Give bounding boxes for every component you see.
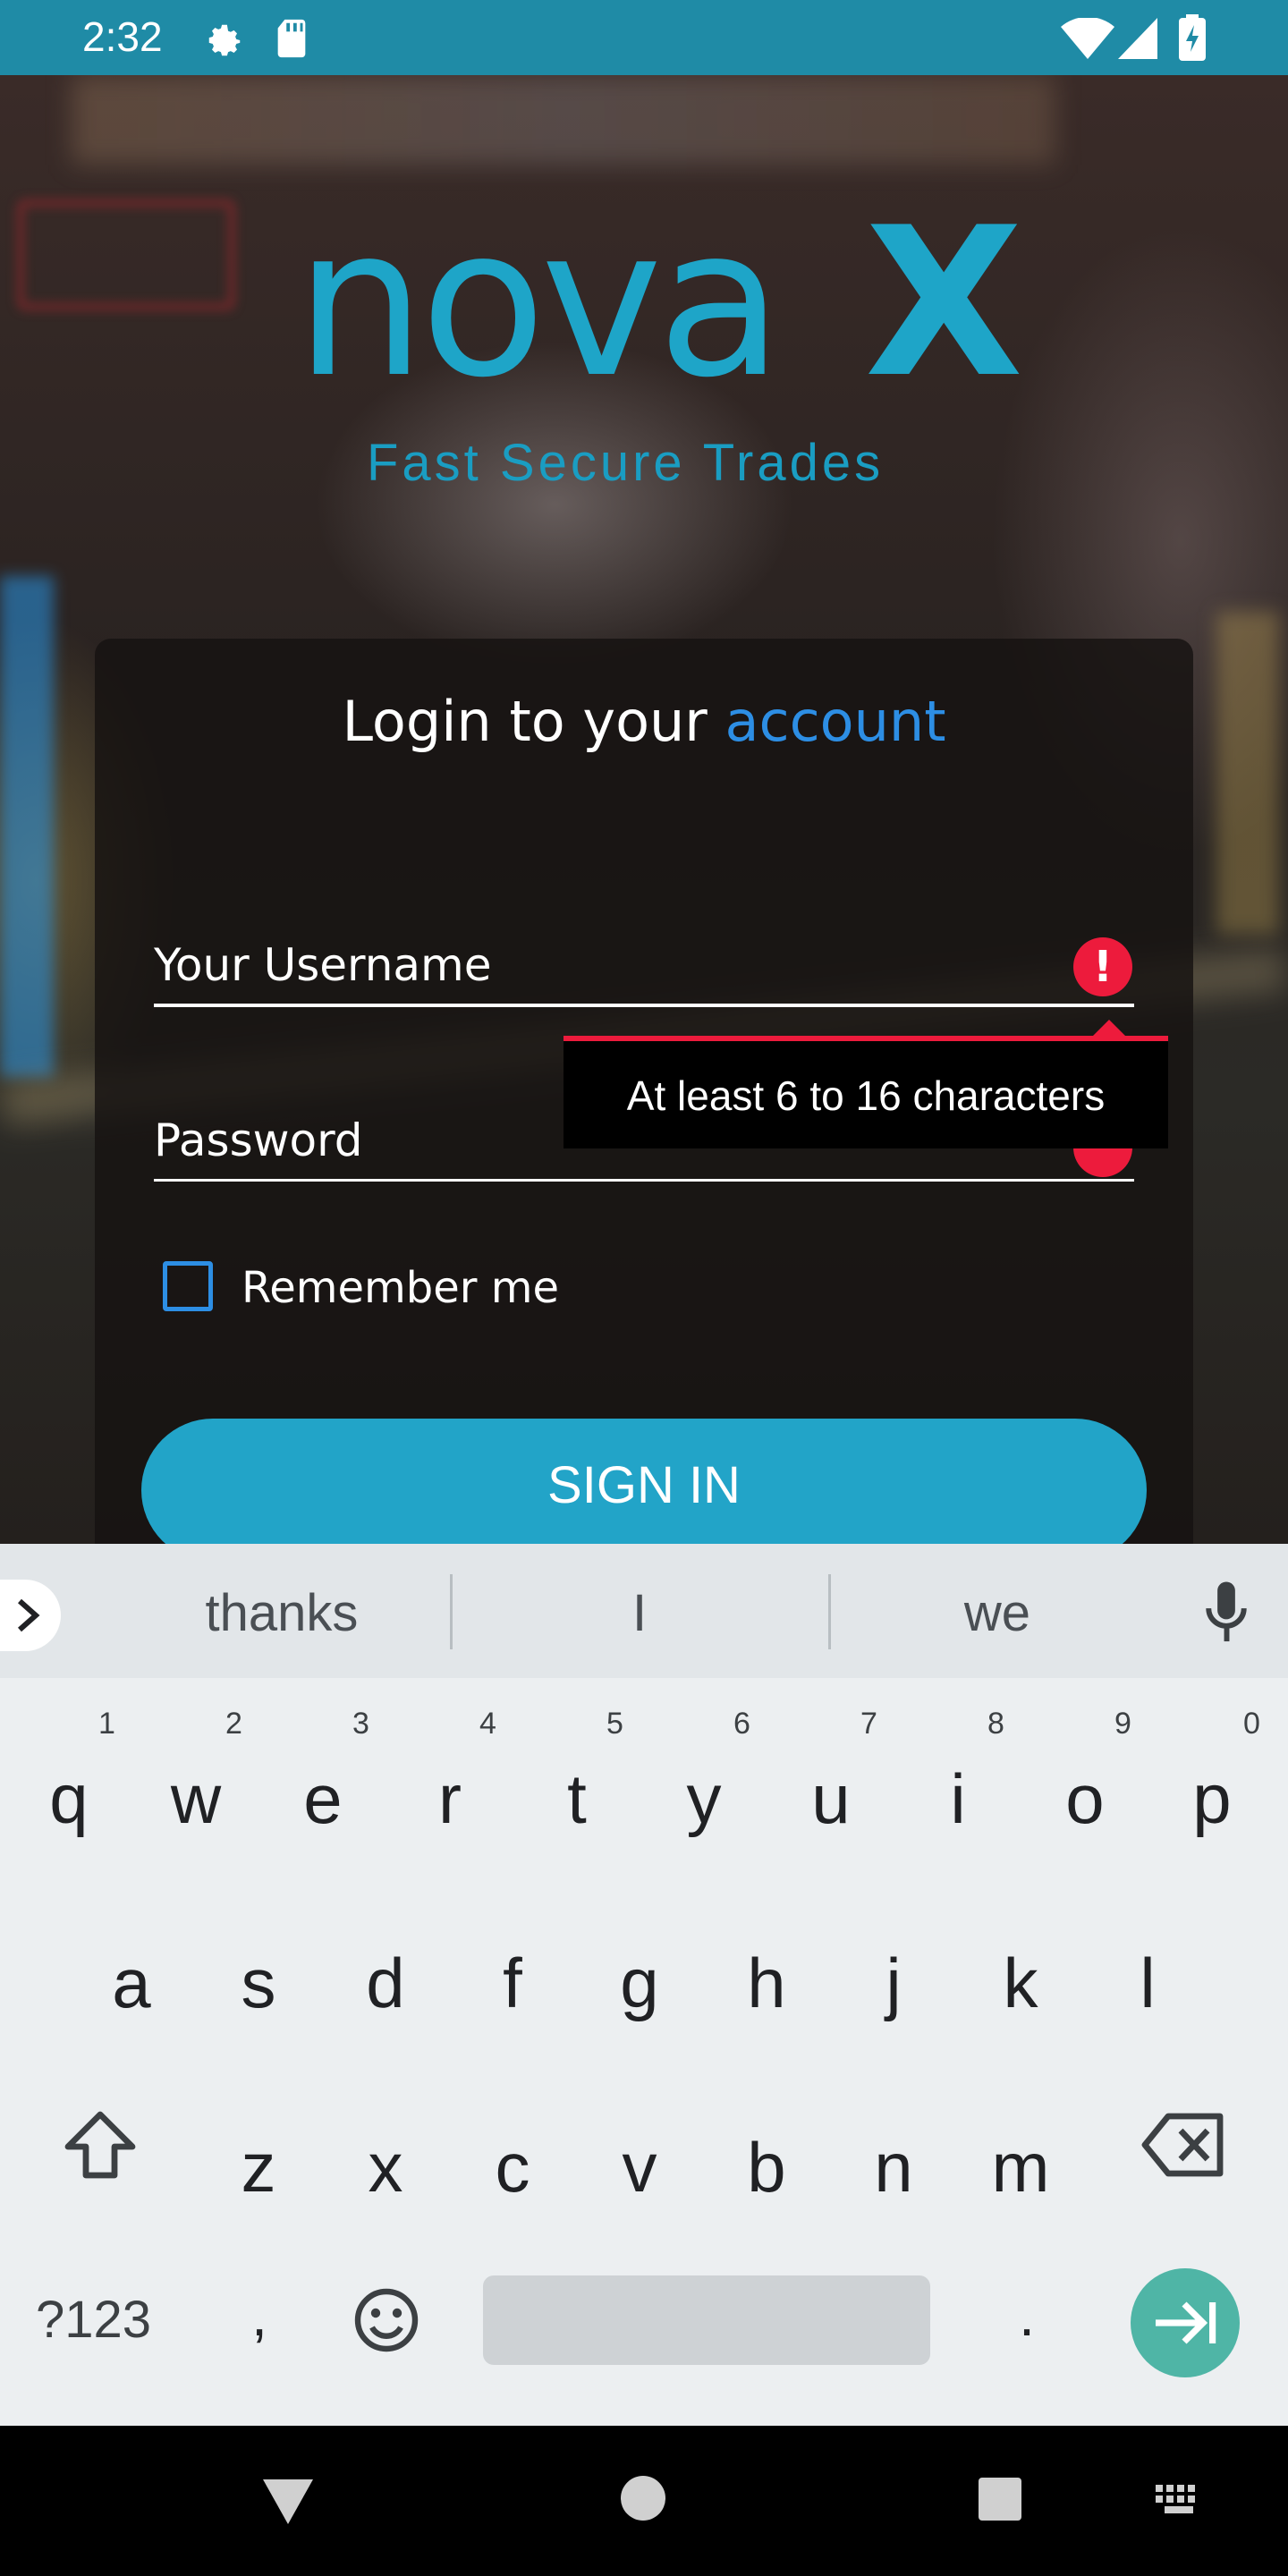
suggestion-3[interactable]: we: [841, 1583, 1154, 1643]
microphone-icon[interactable]: [1204, 1580, 1249, 1646]
suggestion-strip: thanks I we: [0, 1544, 1288, 1678]
soft-keyboard: thanks I we q w e r t y u i o p 1 2 3 4 …: [0, 1544, 1288, 2426]
key-g[interactable]: g: [595, 1943, 684, 2024]
symbols-key[interactable]: ?123: [36, 2290, 151, 2350]
shift-key[interactable]: [61, 2107, 140, 2182]
navigation-bar: [0, 2426, 1288, 2576]
key-v[interactable]: v: [595, 2127, 684, 2208]
space-bar[interactable]: [483, 2275, 930, 2365]
chevron-right-icon: [18, 1598, 40, 1632]
username-field[interactable]: Your Username: [154, 939, 492, 991]
key-c[interactable]: c: [468, 2127, 557, 2208]
key-q-hint: 1: [98, 1707, 115, 1741]
key-i[interactable]: i: [913, 1758, 1003, 1840]
brand-name: nova: [295, 184, 784, 423]
key-o-hint: 9: [1114, 1707, 1131, 1741]
status-time: 2:32: [82, 13, 163, 60]
sign-in-button[interactable]: SIGN IN: [141, 1419, 1147, 1562]
password-field[interactable]: Password: [154, 1114, 363, 1166]
key-q[interactable]: q: [24, 1758, 114, 1840]
key-j[interactable]: j: [849, 1943, 938, 2024]
key-t-hint: 5: [606, 1707, 623, 1741]
error-tooltip: At least 6 to 16 characters: [564, 1036, 1168, 1148]
key-w-hint: 2: [225, 1707, 242, 1741]
key-i-hint: 8: [987, 1707, 1004, 1741]
expand-suggestions-button[interactable]: [0, 1580, 61, 1651]
key-o[interactable]: o: [1040, 1758, 1130, 1840]
key-f[interactable]: f: [468, 1943, 557, 2024]
suggestion-divider: [450, 1574, 453, 1649]
key-r-hint: 4: [479, 1707, 496, 1741]
key-m[interactable]: m: [976, 2127, 1065, 2208]
recents-icon[interactable]: [977, 2476, 1023, 2522]
error-tooltip-text: At least 6 to 16 characters: [626, 1072, 1106, 1119]
wifi-icon: [1061, 18, 1114, 59]
key-u[interactable]: u: [786, 1758, 876, 1840]
settings-icon: [208, 24, 241, 56]
key-h[interactable]: h: [722, 1943, 811, 2024]
status-bar: 2:32: [0, 0, 1288, 75]
remember-me-label[interactable]: Remember me: [242, 1263, 559, 1313]
suggestion-divider: [828, 1574, 831, 1649]
sd-card-icon: [277, 19, 306, 58]
key-w[interactable]: w: [151, 1758, 241, 1840]
back-icon[interactable]: [261, 2476, 315, 2526]
key-n[interactable]: n: [849, 2127, 938, 2208]
key-e[interactable]: e: [278, 1758, 368, 1840]
brand-mark: X: [864, 184, 1023, 423]
backspace-key[interactable]: [1141, 2111, 1227, 2179]
suggestion-1[interactable]: thanks: [125, 1583, 438, 1643]
key-r[interactable]: r: [405, 1758, 495, 1840]
key-l[interactable]: l: [1103, 1943, 1192, 2024]
key-b[interactable]: b: [722, 2127, 811, 2208]
tab-arrow-icon: [1156, 2301, 1216, 2344]
key-y[interactable]: y: [659, 1758, 749, 1840]
password-underline: [154, 1179, 1134, 1182]
key-period[interactable]: .: [982, 2283, 1072, 2349]
battery-icon: [1179, 14, 1206, 61]
signal-icon: [1118, 18, 1157, 59]
key-s[interactable]: s: [214, 1943, 303, 2024]
keyboard-switch-icon[interactable]: [1154, 2483, 1204, 2519]
brand-tagline: Fast Secure Trades: [367, 434, 885, 492]
username-underline: [154, 1004, 1134, 1007]
key-p-hint: 0: [1243, 1707, 1260, 1741]
key-z[interactable]: z: [214, 2127, 303, 2208]
key-x[interactable]: x: [341, 2127, 430, 2208]
key-d[interactable]: d: [341, 1943, 430, 2024]
brand-logo: nova X: [295, 201, 1023, 407]
home-icon[interactable]: [619, 2474, 667, 2522]
suggestion-2[interactable]: I: [483, 1583, 796, 1643]
key-comma[interactable]: ,: [215, 2283, 304, 2349]
key-k[interactable]: k: [976, 1943, 1065, 2024]
key-a[interactable]: a: [87, 1943, 176, 2024]
key-t[interactable]: t: [532, 1758, 622, 1840]
key-y-hint: 6: [733, 1707, 750, 1741]
remember-me-checkbox[interactable]: [163, 1261, 213, 1311]
login-title-prefix: Login to your: [342, 689, 725, 754]
next-key[interactable]: [1131, 2268, 1240, 2377]
key-u-hint: 7: [860, 1707, 877, 1741]
login-title-accent: account: [724, 689, 946, 754]
key-e-hint: 3: [352, 1707, 369, 1741]
emoji-key[interactable]: [352, 2286, 420, 2354]
tooltip-arrow: [1093, 1020, 1125, 1036]
username-error-icon[interactable]: !: [1073, 937, 1132, 996]
key-p[interactable]: p: [1167, 1758, 1257, 1840]
login-title: Login to your account: [95, 689, 1193, 754]
